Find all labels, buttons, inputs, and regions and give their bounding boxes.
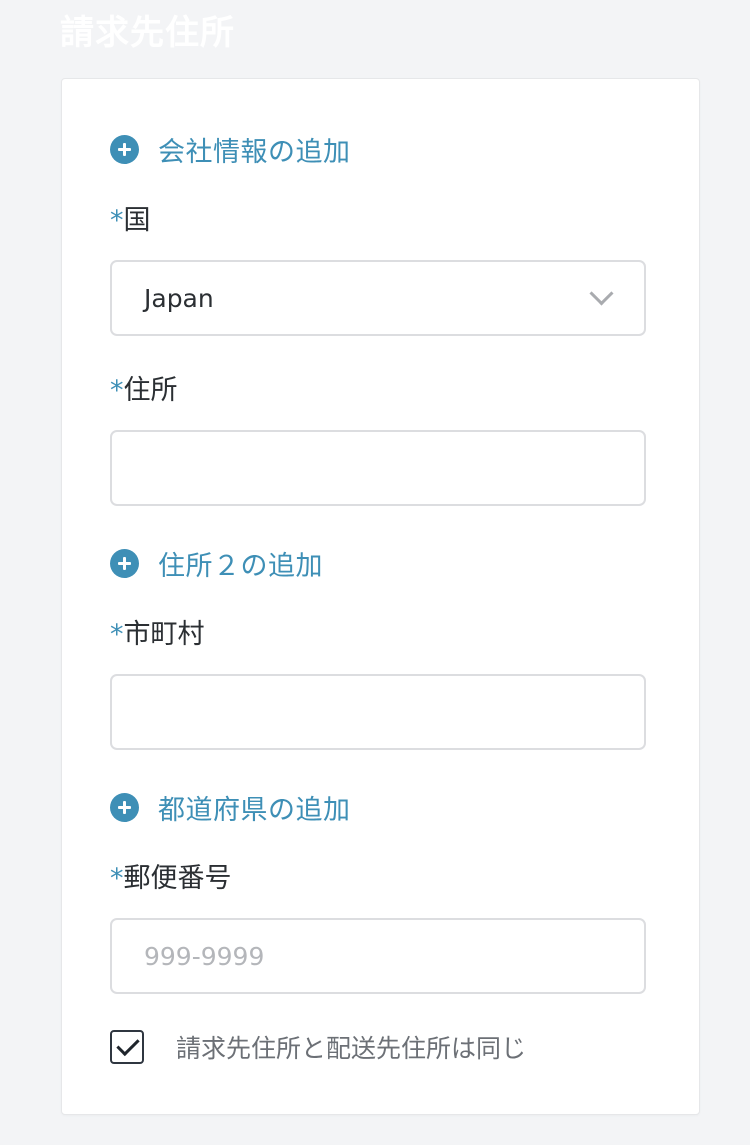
address-label: *住所 (110, 373, 178, 409)
country-label-text: 国 (123, 205, 151, 236)
country-label: *国 (110, 203, 151, 239)
city-field-box (110, 674, 646, 750)
add-prefecture-label: 都道府県の追加 (158, 794, 351, 826)
city-label-text: 市町村 (123, 619, 205, 650)
add-company-info-link[interactable]: 会社情報の追加 (110, 131, 351, 168)
country-select[interactable]: Japan (110, 260, 646, 336)
add-prefecture-link[interactable]: 都道府県の追加 (110, 789, 351, 826)
same-address-label: 請求先住所と配送先住所は同じ (176, 1034, 527, 1063)
address-input[interactable] (144, 453, 612, 483)
billing-address-page: 請求先住所 会社情報の追加 *国 Japan *住所 住所２の追加 *市町村 都… (0, 0, 750, 1145)
add-address2-label: 住所２の追加 (158, 550, 323, 582)
required-mark: * (110, 375, 124, 406)
add-address2-link[interactable]: 住所２の追加 (110, 545, 323, 582)
checkmark-icon (116, 1032, 140, 1057)
postal-code-label: *郵便番号 (110, 861, 232, 897)
postal-code-input[interactable] (144, 941, 612, 971)
same-address-checkbox[interactable] (110, 1030, 144, 1064)
plus-circle-icon (110, 548, 139, 578)
address-label-text: 住所 (123, 375, 178, 406)
address-field-box (110, 430, 646, 506)
required-mark: * (110, 205, 124, 236)
add-company-info-label: 会社情報の追加 (158, 136, 351, 168)
required-mark: * (110, 863, 124, 894)
country-select-value: Japan (144, 283, 214, 313)
city-label: *市町村 (110, 617, 205, 653)
postal-code-label-text: 郵便番号 (123, 863, 232, 894)
postal-code-field-box (110, 918, 646, 994)
plus-circle-icon (110, 792, 139, 822)
required-mark: * (110, 619, 124, 650)
section-title: 請求先住所 (60, 13, 235, 53)
billing-address-card: 会社情報の追加 *国 Japan *住所 住所２の追加 *市町村 都道府県の追加 (61, 78, 700, 1115)
same-address-option: 請求先住所と配送先住所は同じ (110, 1029, 526, 1065)
chevron-down-icon (589, 280, 614, 306)
city-input[interactable] (144, 697, 612, 727)
plus-circle-icon (110, 134, 139, 164)
